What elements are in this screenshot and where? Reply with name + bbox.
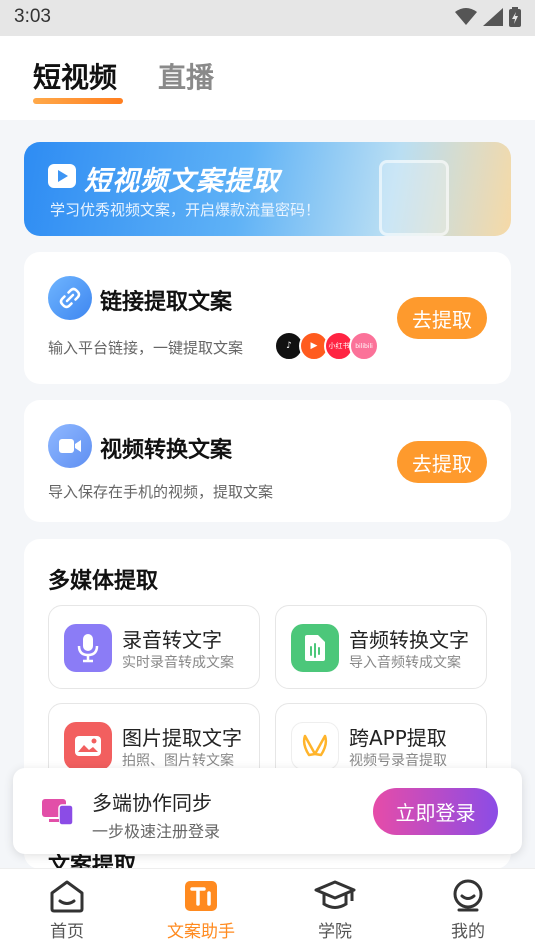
multimedia-section-title: 多媒体提取: [48, 569, 159, 594]
tile-audio-to-text[interactable]: 音频转换文字 导入音频转成文案: [275, 605, 487, 689]
tile-recording-to-text[interactable]: 录音转文字 实时录音转成文案: [48, 605, 260, 689]
tile-subtitle: 视频号录音提取: [349, 753, 447, 769]
tile-title: 录音转文字: [122, 628, 222, 652]
nav-academy-label: 学院: [318, 922, 352, 942]
status-icons: [455, 7, 521, 27]
tile-title: 音频转换文字: [349, 628, 469, 652]
xiaohongshu-label: 小红书: [328, 342, 350, 350]
bilibili-icon: bilibili: [349, 331, 379, 361]
link-card-title: 链接提取文案: [100, 290, 233, 315]
banner-subtitle: 学习优秀视频文案，开启爆款流量密码！: [50, 201, 321, 219]
tile-title: 跨APP提取: [349, 726, 447, 750]
signal-icon: [483, 8, 503, 26]
nav-profile[interactable]: 我的: [428, 879, 508, 942]
status-time: 3:03: [14, 6, 51, 27]
login-prompt-subtitle: 一步极速注册登录: [92, 822, 221, 841]
image-icon: [64, 722, 112, 770]
play-icon: [48, 164, 76, 188]
banner-title: 短视频文案提取: [84, 166, 280, 197]
home-icon: [50, 880, 84, 913]
nav-academy[interactable]: 学院: [295, 879, 375, 942]
tile-subtitle: 导入音频转成文案: [349, 655, 461, 671]
link-card-description: 输入平台链接，一键提取文案: [48, 339, 244, 357]
multi-device-icon: [41, 796, 75, 830]
nav-text-assistant[interactable]: 文案助手: [161, 879, 241, 942]
link-extract-button[interactable]: 去提取: [397, 297, 487, 339]
nav-text-assistant-label: 文案助手: [167, 922, 235, 942]
status-bar: 3:03: [0, 0, 535, 36]
tile-title: 图片提取文字: [122, 726, 242, 750]
microphone-icon: [64, 624, 112, 672]
login-prompt: 多端协作同步 一步极速注册登录 立即登录: [13, 768, 522, 854]
link-icon: [48, 276, 92, 320]
video-convert-card: 视频转换文案 导入保存在手机的视频，提取文案 去提取: [24, 400, 511, 522]
graduation-cap-icon: [314, 880, 356, 909]
link-extract-card: 链接提取文案 输入平台链接，一键提取文案 ♪ ▶ 小红书 bilibili 去提…: [24, 252, 511, 384]
tab-short-video[interactable]: 短视频: [33, 56, 117, 96]
nav-home-label: 首页: [50, 922, 84, 942]
banner[interactable]: 短视频文案提取 学习优秀视频文案，开启爆款流量密码！: [24, 142, 511, 236]
video-camera-icon: [48, 424, 92, 468]
video-extract-button[interactable]: 去提取: [397, 441, 487, 483]
audio-file-icon: [291, 624, 339, 672]
login-button[interactable]: 立即登录: [373, 788, 498, 835]
battery-icon: [509, 7, 521, 27]
tab-active-indicator: [33, 98, 123, 104]
video-card-title: 视频转换文案: [100, 438, 233, 463]
nav-home[interactable]: 首页: [27, 879, 107, 942]
video-card-description: 导入保存在手机的视频，提取文案: [48, 483, 274, 501]
login-prompt-title: 多端协作同步: [92, 791, 212, 815]
tabs-header: 短视频 直播: [0, 36, 535, 120]
tile-subtitle: 实时录音转成文案: [122, 655, 234, 671]
nav-profile-label: 我的: [451, 922, 485, 942]
profile-icon: [453, 879, 483, 912]
bilibili-label: bilibili: [355, 342, 373, 350]
bottom-nav: 首页 文案助手 学院 我的: [0, 868, 535, 951]
tab-live[interactable]: 直播: [158, 56, 214, 96]
film-icon: [379, 160, 449, 236]
wifi-icon: [455, 8, 477, 25]
tile-subtitle: 拍照、图片转文案: [122, 753, 234, 769]
platform-logos: ♪ ▶ 小红书 bilibili: [274, 331, 379, 361]
butterfly-icon: [291, 722, 339, 770]
text-assistant-icon: [185, 881, 217, 911]
